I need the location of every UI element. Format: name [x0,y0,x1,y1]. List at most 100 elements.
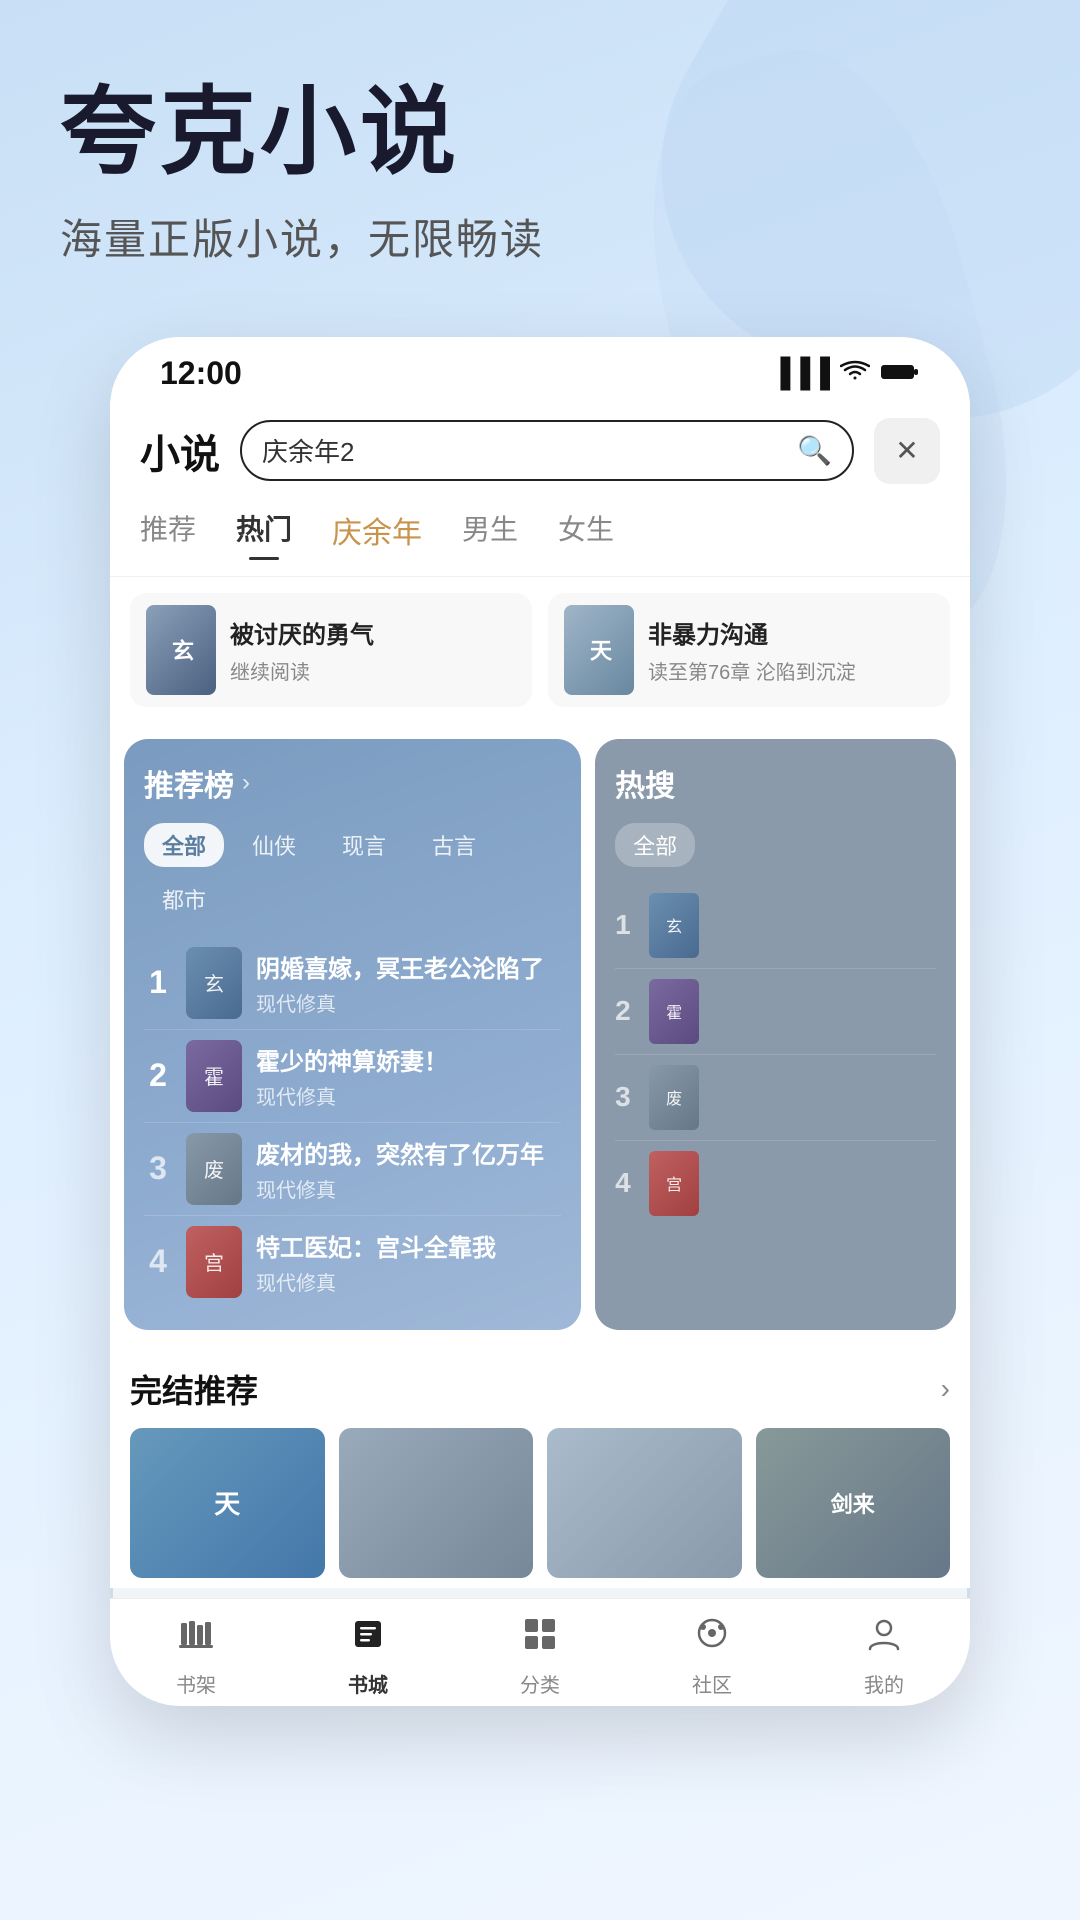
hot-chip-all[interactable]: 全部 [615,823,695,867]
hot-book-cover-1: 玄 [649,893,699,958]
recent-book-2[interactable]: 天 非暴力沟通 读至第76章 沦陷到沉淀 [548,593,950,707]
tab-bookshelf[interactable]: 书架 [110,1615,282,1698]
rank-header: 推荐榜 › [144,761,561,805]
hot-num-1: 1 [615,909,639,941]
tab-community[interactable]: 社区 [626,1615,798,1698]
complete-book-2[interactable] [339,1428,534,1578]
complete-book-1[interactable]: 天 [130,1428,325,1578]
rank-book-title-1: 阴婚喜嫁，冥王老公沦陷了 [256,949,561,984]
tab-category[interactable]: 分类 [454,1615,626,1698]
rank-book-info-4: 特工医妃：宫斗全靠我 现代修真 [256,1228,561,1296]
search-icon[interactable]: 🔍 [797,434,832,467]
tab-female[interactable]: 女生 [558,508,614,560]
recommend-rank: 推荐榜 › 全部 仙侠 现言 古言 都市 1 玄 阴婚 [124,739,581,1330]
close-button[interactable]: ✕ [874,418,940,484]
search-bar[interactable]: 庆余年2 🔍 [240,420,854,481]
phone-mockup: 12:00 ▐▐▐ 小说 [110,337,970,1706]
rank-book-title-4: 特工医妃：宫斗全靠我 [256,1228,561,1263]
bookshelf-label: 书架 [176,1669,216,1698]
rank-num-2: 2 [144,1057,172,1094]
hot-item-2[interactable]: 2 霍 [615,969,936,1055]
rank-book-cover-1: 玄 [186,947,242,1019]
rank-item-1[interactable]: 1 玄 阴婚喜嫁，冥王老公沦陷了 现代修真 [144,937,561,1030]
chip-xiandai[interactable]: 现言 [324,823,404,867]
rank-title: 推荐榜 [144,761,234,805]
rank-item-4[interactable]: 4 宫 特工医妃：宫斗全靠我 现代修真 [144,1216,561,1308]
rank-item-3[interactable]: 3 废 废材的我，突然有了亿万年 现代修真 [144,1123,561,1216]
rank-arrow[interactable]: › [242,769,250,797]
tab-yuqing[interactable]: 庆余年 [332,508,422,560]
complete-books: 天 剑来 [130,1428,950,1578]
hot-search: 热搜 全部 1 玄 2 霍 3 [595,739,956,1330]
hot-num-4: 4 [615,1167,639,1199]
bookshelf-icon [177,1615,215,1663]
app-header: 夸克小说 海量正版小说，无限畅读 [0,0,1080,297]
tab-mine[interactable]: 我的 [798,1615,970,1698]
search-input[interactable]: 庆余年2 [262,432,797,469]
mine-label: 我的 [864,1669,904,1698]
rank-filter-chips: 全部 仙侠 现言 古言 都市 [144,823,561,921]
rank-book-cover-2: 霍 [186,1040,242,1112]
complete-book-cover-4: 剑来 [756,1428,951,1578]
recent-book-sub-1: 继续阅读 [230,656,516,685]
hot-item-1[interactable]: 1 玄 [615,883,936,969]
nav-title: 小说 [140,422,220,480]
hot-title: 热搜 [615,761,675,805]
recent-book-title-2: 非暴力沟通 [648,615,934,650]
status-bar: 12:00 ▐▐▐ [110,337,970,402]
hot-item-3[interactable]: 3 废 [615,1055,936,1141]
section-arrow[interactable]: › [941,1373,950,1405]
section-header: 完结推荐 › [130,1366,950,1412]
app-subtitle: 海量正版小说，无限畅读 [60,206,1020,267]
recent-book-sub-2: 读至第76章 沦陷到沉淀 [648,656,934,685]
status-icons: ▐▐▐ [770,357,920,389]
rank-book-genre-2: 现代修真 [256,1081,561,1110]
rank-book-genre-3: 现代修真 [256,1174,561,1203]
chip-guyan[interactable]: 古言 [414,823,494,867]
app-content: 小说 庆余年2 🔍 ✕ 推荐 热门 庆余年 男生 女生 玄 [110,402,970,1588]
tab-hot[interactable]: 热门 [236,508,292,560]
chip-xianxia[interactable]: 仙侠 [234,823,314,867]
tab-male[interactable]: 男生 [462,508,518,560]
complete-book-cover-3 [547,1428,742,1578]
rank-book-info-1: 阴婚喜嫁，冥王老公沦陷了 现代修真 [256,949,561,1017]
bottom-bar: 书架 书城 分类 [110,1598,970,1706]
rank-book-genre-1: 现代修真 [256,988,561,1017]
recent-book-cover-1: 玄 [146,605,216,695]
hot-num-3: 3 [615,1081,639,1113]
rank-item-2[interactable]: 2 霍 霍少的神算娇妻！ 现代修真 [144,1030,561,1123]
recent-book-info-1: 被讨厌的勇气 继续阅读 [230,615,516,685]
bookstore-icon [349,1615,387,1663]
hot-header: 热搜 [615,761,936,805]
category-tabs: 推荐 热门 庆余年 男生 女生 [110,500,970,577]
community-label: 社区 [692,1669,732,1698]
rank-num-4: 4 [144,1243,172,1280]
rank-book-title-2: 霍少的神算娇妻！ [256,1042,561,1077]
chip-dushi[interactable]: 都市 [144,877,224,921]
hot-book-cover-4: 宫 [649,1151,699,1216]
section-title: 完结推荐 [130,1366,258,1412]
chip-all[interactable]: 全部 [144,823,224,867]
community-icon [693,1615,731,1663]
hot-num-2: 2 [615,995,639,1027]
recent-book-1[interactable]: 玄 被讨厌的勇气 继续阅读 [130,593,532,707]
rank-num-1: 1 [144,964,172,1001]
complete-book-4[interactable]: 剑来 [756,1428,951,1578]
app-title: 夸克小说 [60,80,1020,186]
tab-bookstore[interactable]: 书城 [282,1615,454,1698]
hot-book-cover-2: 霍 [649,979,699,1044]
signal-icon: ▐▐▐ [770,357,830,389]
recent-book-cover-2: 天 [564,605,634,695]
bookstore-label: 书城 [348,1669,388,1698]
tab-recommend[interactable]: 推荐 [140,508,196,560]
recent-book-title-1: 被讨厌的勇气 [230,615,516,650]
complete-book-3[interactable] [547,1428,742,1578]
rank-book-title-3: 废材的我，突然有了亿万年 [256,1135,561,1170]
rank-num-3: 3 [144,1150,172,1187]
hot-item-4[interactable]: 4 宫 [615,1141,936,1226]
rank-book-genre-4: 现代修真 [256,1267,561,1296]
rank-book-info-3: 废材的我，突然有了亿万年 现代修真 [256,1135,561,1203]
rank-book-cover-4: 宫 [186,1226,242,1298]
complete-section: 完结推荐 › 天 [110,1346,970,1588]
rank-book-cover-3: 废 [186,1133,242,1205]
